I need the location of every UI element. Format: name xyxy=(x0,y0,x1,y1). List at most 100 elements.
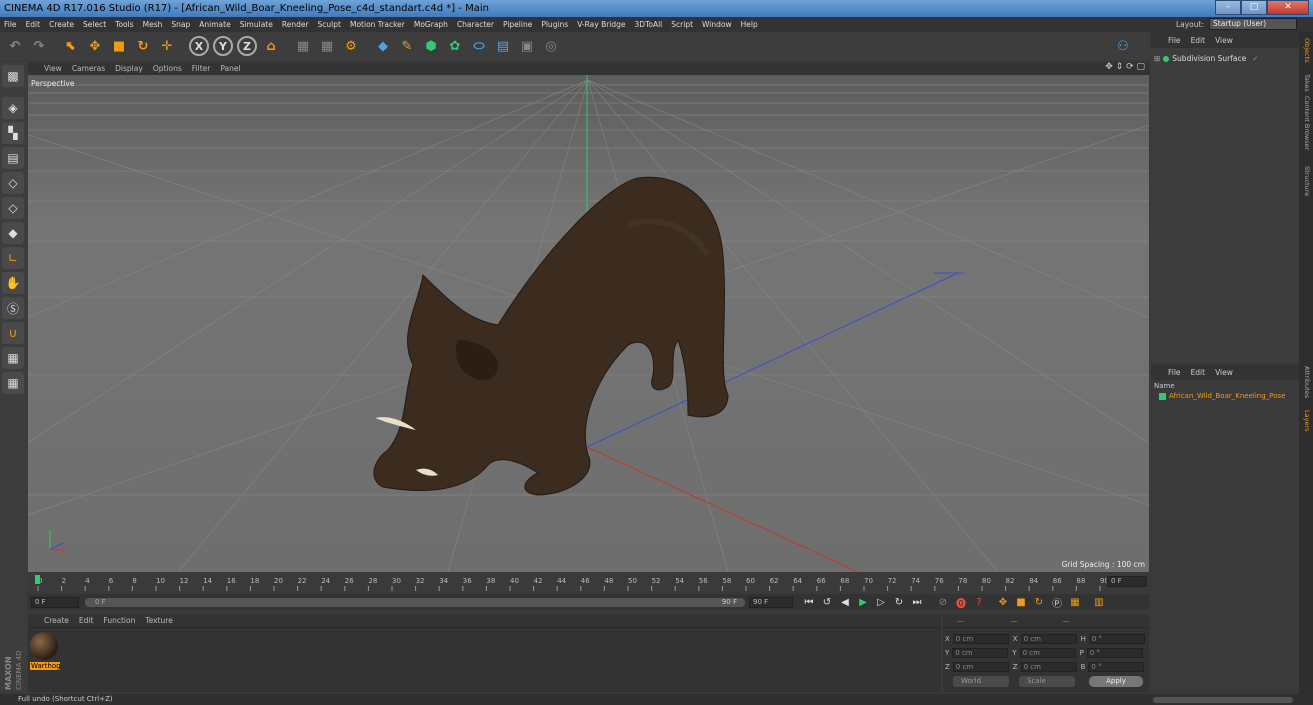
end-frame-field[interactable]: 90 F xyxy=(749,596,793,608)
tab-structure[interactable]: Structure xyxy=(1301,166,1311,196)
menu-simulate[interactable]: Simulate xyxy=(240,20,273,29)
camera-icon[interactable]: ▣ xyxy=(516,35,538,57)
tab-objects[interactable]: Objects xyxy=(1301,38,1311,63)
tab-attributes[interactable]: Attributes xyxy=(1301,366,1311,398)
layer-menu-view[interactable]: View xyxy=(1215,368,1233,377)
snap-icon[interactable]: Ⓢ xyxy=(2,297,24,319)
key-scale-icon[interactable]: ■ xyxy=(1013,595,1029,609)
layer-menu-file[interactable]: File xyxy=(1168,368,1181,377)
menu-mograph[interactable]: MoGraph xyxy=(414,20,448,29)
size-mode-dropdown[interactable]: Scale xyxy=(1019,676,1075,687)
previous-key-icon[interactable]: ↺ xyxy=(819,595,835,609)
rotate-icon[interactable]: ↻ xyxy=(132,35,154,57)
viewport-menu-options[interactable]: Options xyxy=(153,64,182,73)
previous-frame-icon[interactable]: ◀ xyxy=(837,595,853,609)
go-to-start-icon[interactable]: ⏮ xyxy=(801,595,817,609)
object-menu-edit[interactable]: Edit xyxy=(1191,36,1206,45)
menu-tools[interactable]: Tools xyxy=(115,20,133,29)
render-view-icon[interactable]: ▦ xyxy=(292,35,314,57)
rotation-p-field[interactable]: 0 ° xyxy=(1086,648,1143,658)
position-y-field[interactable]: 0 cm xyxy=(952,648,1009,658)
add-transform-icon[interactable]: ✛ xyxy=(156,35,178,57)
auto-key-icon[interactable]: ⓿ xyxy=(953,595,969,610)
minimize-button[interactable]: – xyxy=(1215,0,1241,15)
record-keys-icon[interactable]: ⊘ xyxy=(935,595,951,609)
current-frame-field[interactable]: 0 F xyxy=(1107,576,1147,587)
menu-window[interactable]: Window xyxy=(702,20,732,29)
rotation-h-field[interactable]: 0 ° xyxy=(1088,634,1145,644)
size-x-field[interactable]: 0 cm xyxy=(1020,634,1077,644)
material-menu-edit[interactable]: Edit xyxy=(79,616,94,625)
menu-sculpt[interactable]: Sculpt xyxy=(318,20,341,29)
playhead-marker[interactable] xyxy=(35,575,40,584)
z-axis-icon[interactable]: Z xyxy=(236,35,258,57)
position-z-field[interactable]: 0 cm xyxy=(952,662,1009,672)
coordinate-system-dropdown[interactable]: World xyxy=(953,676,1009,687)
render-settings-icon[interactable]: ⚙ xyxy=(340,35,362,57)
move-icon[interactable]: ✥ xyxy=(84,35,106,57)
layer-item[interactable]: African_Wild_Boar_Kneeling_Pose xyxy=(1159,392,1285,400)
tweak-mode-icon[interactable]: ✋ xyxy=(2,272,24,294)
viewport-menu-panel[interactable]: Panel xyxy=(220,64,240,73)
light-icon[interactable]: ◎ xyxy=(540,35,562,57)
tab-content-browser[interactable]: Content Browser xyxy=(1301,96,1311,150)
size-z-field[interactable]: 0 cm xyxy=(1020,662,1077,672)
x-axis-icon[interactable]: X xyxy=(188,35,210,57)
menu-snap[interactable]: Snap xyxy=(171,20,190,29)
play-icon[interactable]: ▶ xyxy=(855,595,871,609)
menu-motion-tracker[interactable]: Motion Tracker xyxy=(350,20,405,29)
render-picture-viewer-icon[interactable]: ▦ xyxy=(316,35,338,57)
lock-workplane-icon[interactable]: ▦ xyxy=(2,347,24,369)
menu-3dtoall[interactable]: 3DToAll xyxy=(635,20,663,29)
menu-mesh[interactable]: Mesh xyxy=(143,20,163,29)
make-editable-icon[interactable]: ▩ xyxy=(2,65,24,87)
tab-takes[interactable]: Takes xyxy=(1301,74,1311,92)
menu-help[interactable]: Help xyxy=(741,20,758,29)
viewport-menu-cameras[interactable]: Cameras xyxy=(72,64,105,73)
rotation-b-field[interactable]: 0 ° xyxy=(1088,662,1145,672)
size-y-field[interactable]: 0 cm xyxy=(1019,648,1076,658)
array-icon[interactable]: ✿ xyxy=(444,35,466,57)
viewport-menu-view[interactable]: View xyxy=(44,64,62,73)
menu-script[interactable]: Script xyxy=(671,20,693,29)
object-menu-file[interactable]: File xyxy=(1168,36,1181,45)
menu-animate[interactable]: Animate xyxy=(199,20,230,29)
texture-mode-icon[interactable]: ▚ xyxy=(2,122,24,144)
menu-edit[interactable]: Edit xyxy=(26,20,41,29)
viewport-nav-icons[interactable]: ✥ ⇕ ⟳ ▢ xyxy=(1105,62,1145,72)
viewport-menu-display[interactable]: Display xyxy=(115,64,143,73)
keyframe-selection-icon[interactable]: ? xyxy=(971,595,987,609)
menu-select[interactable]: Select xyxy=(83,20,106,29)
3d-viewport[interactable]: Perspective Grid Spacing : 100 cm xyxy=(28,75,1149,572)
menu-pipeline[interactable]: Pipeline xyxy=(503,20,532,29)
layout-dropdown[interactable]: Startup (User) xyxy=(1209,18,1297,30)
subdivision-icon[interactable]: ⬢ xyxy=(420,35,442,57)
menu-plugins[interactable]: Plugins xyxy=(541,20,568,29)
check-icon[interactable]: ✓ xyxy=(1252,54,1258,63)
position-x-field[interactable]: 0 cm xyxy=(952,634,1009,644)
key-pla-icon[interactable]: ▦ xyxy=(1067,595,1083,609)
axis-mode-icon[interactable]: ∟ xyxy=(2,247,24,269)
workplane-icon[interactable]: ▤ xyxy=(2,147,24,169)
points-mode-icon[interactable]: ◇ xyxy=(2,172,24,194)
timeline-window-icon[interactable]: ▥ xyxy=(1091,595,1107,609)
world-coords-icon[interactable]: ⌂ xyxy=(260,35,282,57)
go-to-end-icon[interactable]: ⏭ xyxy=(909,595,925,609)
object-menu-view[interactable]: View xyxy=(1215,36,1233,45)
material-swatch[interactable]: Warthog xyxy=(30,632,61,672)
polygons-mode-icon[interactable]: ◆ xyxy=(2,222,24,244)
tab-layers[interactable]: Layers xyxy=(1301,410,1311,432)
layer-menu-edit[interactable]: Edit xyxy=(1191,368,1206,377)
menu-render[interactable]: Render xyxy=(282,20,309,29)
viewport-menu-filter[interactable]: Filter xyxy=(192,64,211,73)
timeline-ruler[interactable]: 0 2 4 6 8 10 12 14 16 18 20 22 24 26 28 30 32 34 36 38 40 42 4… xyxy=(28,573,1149,593)
start-frame-field[interactable]: 0 F xyxy=(31,596,79,608)
close-button[interactable]: ✕ xyxy=(1267,0,1309,15)
material-menu-create[interactable]: Create xyxy=(44,616,69,625)
key-parameter-icon[interactable]: Ⓟ xyxy=(1049,595,1065,610)
python-icon[interactable]: ⚇ xyxy=(1112,35,1134,57)
deformer-icon[interactable]: ⬭ xyxy=(468,35,490,57)
cube-icon[interactable]: ◆ xyxy=(372,35,394,57)
magnet-icon[interactable]: ∪ xyxy=(2,322,24,344)
menu-file[interactable]: File xyxy=(4,20,17,29)
